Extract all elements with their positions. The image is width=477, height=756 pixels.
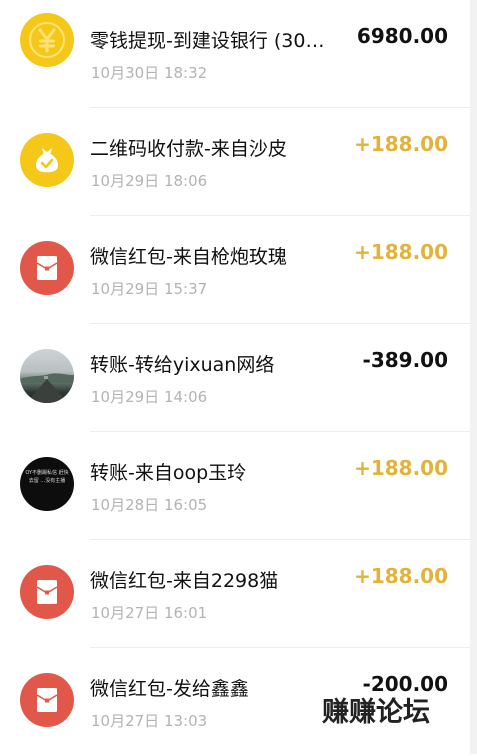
transaction-row[interactable]: 转账-转给yixuan网络 10月29日 14:06 -389.00: [0, 324, 470, 432]
transaction-amount: +188.00: [354, 456, 448, 480]
transaction-amount: +188.00: [354, 240, 448, 264]
transaction-amount: 6980.00: [356, 24, 448, 48]
money-bag-icon: [20, 133, 74, 187]
transaction-row[interactable]: 二维码收付款-来自沙皮 10月29日 18:06 +188.00: [0, 108, 470, 216]
avatar-text: OY不删踢私信 赶快去留 …没有主播: [25, 470, 69, 484]
transaction-title: 微信红包-来自2298猫: [90, 570, 279, 592]
transaction-time: 10月27日 16:01: [91, 604, 208, 622]
transaction-time: 10月27日 13:03: [91, 712, 208, 730]
transaction-amount: +188.00: [354, 564, 448, 588]
transaction-time: 10月29日 15:37: [91, 280, 208, 298]
transaction-title: 二维码收付款-来自沙皮: [90, 138, 287, 160]
transaction-row[interactable]: 零钱提现-到建设银行 (30… 10月30日 18:32 6980.00: [0, 0, 470, 108]
avatar: OY不删踢私信 赶快去留 …没有主播: [20, 457, 74, 511]
transaction-title: 微信红包-发给鑫鑫: [90, 678, 249, 700]
scrollbar[interactable]: [470, 0, 477, 754]
transaction-amount: +188.00: [354, 132, 448, 156]
transaction-time: 10月29日 14:06: [91, 388, 208, 406]
yuan-coin-icon: [20, 13, 74, 67]
avatar: [20, 349, 74, 403]
transaction-time: 10月29日 18:06: [91, 172, 208, 190]
red-packet-icon: [20, 241, 74, 295]
red-packet-icon: [20, 565, 74, 619]
transaction-title: 零钱提现-到建设银行 (30…: [90, 30, 325, 52]
transaction-title: 微信红包-来自枪炮玫瑰: [90, 246, 287, 268]
transaction-row[interactable]: 微信红包-来自枪炮玫瑰 10月29日 15:37 +188.00: [0, 216, 470, 324]
transaction-row[interactable]: 微信红包-来自2298猫 10月27日 16:01 +188.00: [0, 540, 470, 648]
transaction-time: 10月30日 18:32: [91, 64, 208, 82]
watermark: 赚赚论坛: [322, 697, 430, 728]
transaction-time: 10月28日 16:05: [91, 496, 208, 514]
transaction-title: 转账-来自oop玉玲: [90, 462, 247, 484]
red-packet-icon: [20, 673, 74, 727]
transaction-row[interactable]: OY不删踢私信 赶快去留 …没有主播 转账-来自oop玉玲 10月28日 16:…: [0, 432, 470, 540]
transaction-title: 转账-转给yixuan网络: [90, 354, 275, 376]
transaction-amount: -389.00: [362, 348, 448, 372]
transaction-list: 零钱提现-到建设银行 (30… 10月30日 18:32 6980.00 二维码…: [0, 0, 470, 756]
